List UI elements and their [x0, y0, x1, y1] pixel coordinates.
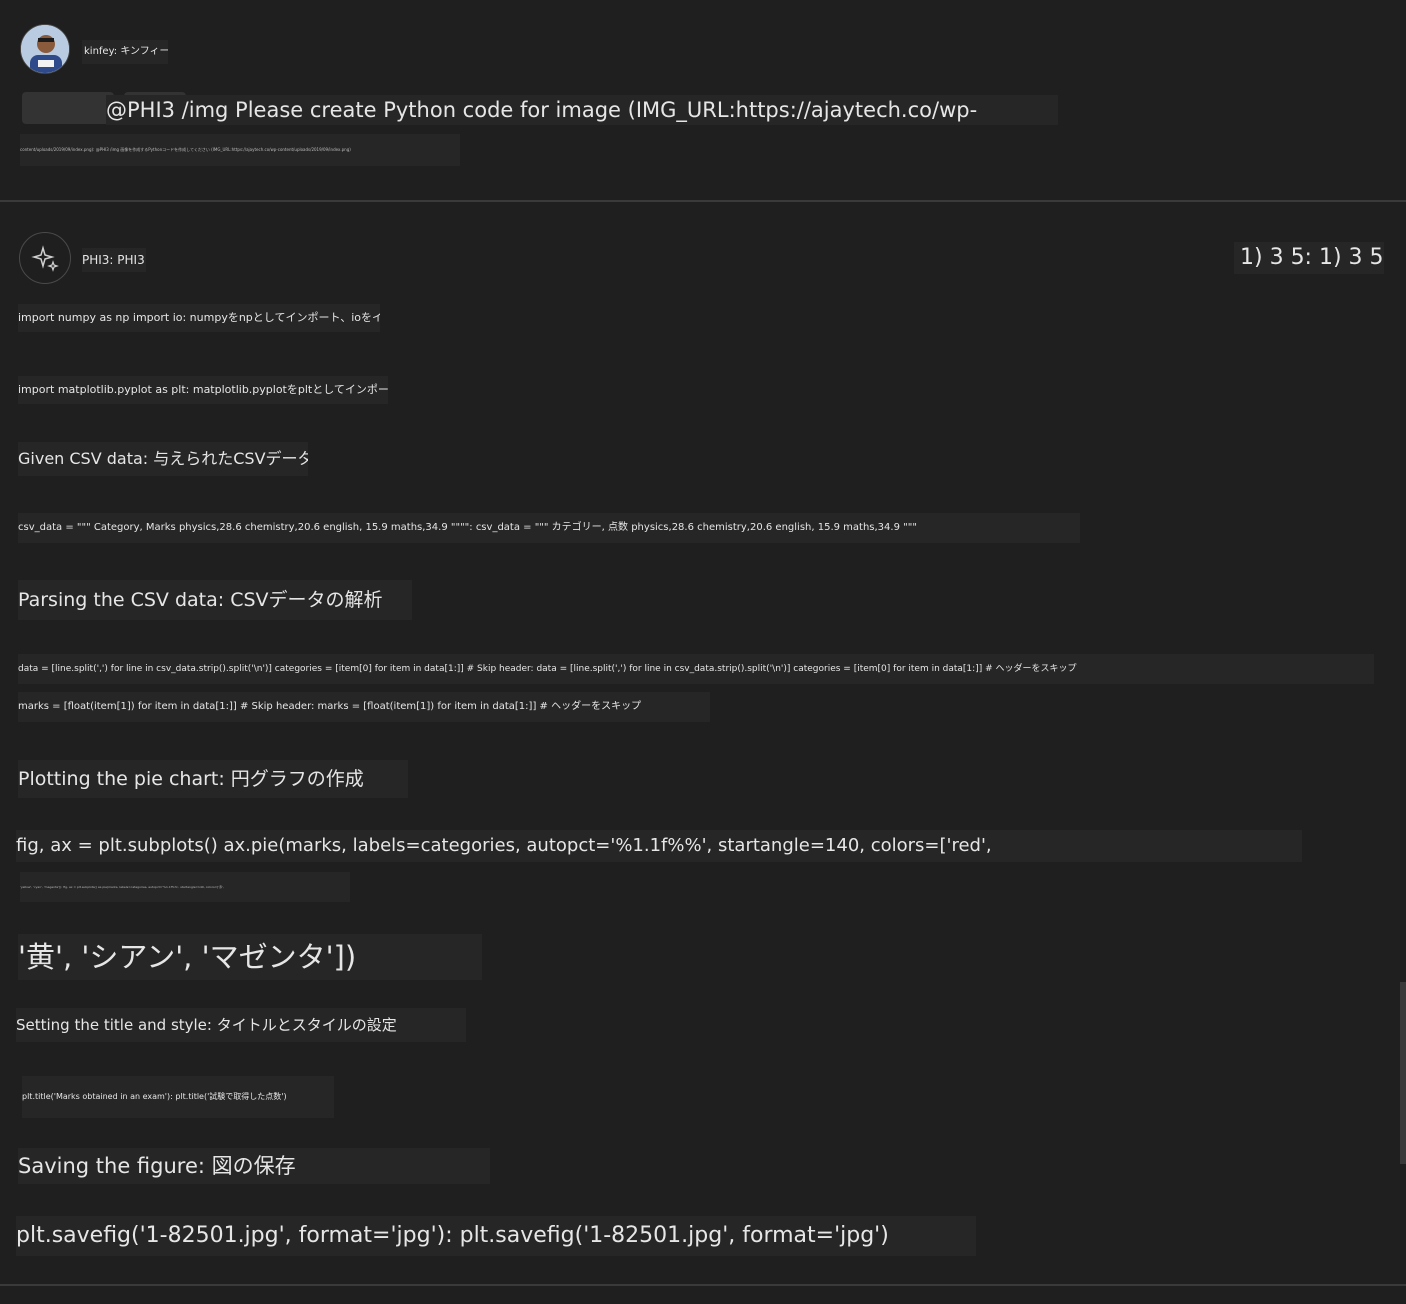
user-avatar — [20, 24, 70, 74]
user-name: kinfey: キンフィー — [82, 40, 168, 64]
user-prompt-small: content/uploads/2019/09/index.png): @PHI… — [20, 134, 460, 166]
response-heading-5: Saving the figure: 図の保存 — [18, 1148, 490, 1184]
response-heading-4: Setting the title and style: タイトルとスタイルの設… — [16, 1008, 466, 1042]
response-line-3: csv_data = """ Category, Marks physics,2… — [18, 513, 1080, 543]
response-heading-1: Given CSV data: 与えられたCSVデータ — [18, 442, 308, 476]
sparkle-icon — [31, 245, 59, 272]
user-photo-icon — [21, 25, 69, 73]
scrollbar-thumb[interactable] — [1400, 982, 1406, 1164]
assistant-avatar — [19, 232, 71, 284]
message-divider — [0, 200, 1406, 202]
attachment-chip[interactable] — [22, 92, 114, 124]
response-line-4: data = [line.split(',') for line in csv_… — [18, 654, 1374, 684]
response-counter: 1) 3 5: 1) 3 5 — [1234, 242, 1384, 274]
response-line-5: marks = [float(item[1]) for item in data… — [18, 692, 710, 722]
response-line-7: '黄', 'シアン', 'マゼンタ']) — [18, 934, 482, 980]
response-heading-3: Plotting the pie chart: 円グラフの作成 — [18, 760, 408, 798]
response-line-8: plt.title('Marks obtained in an exam'): … — [22, 1076, 334, 1118]
message-divider-bottom — [0, 1284, 1406, 1286]
response-line-2: import matplotlib.pyplot as plt: matplot… — [18, 376, 388, 404]
response-line-9: plt.savefig('1-82501.jpg', format='jpg')… — [16, 1216, 976, 1256]
response-line-6: fig, ax = plt.subplots() ax.pie(marks, l… — [16, 830, 1302, 862]
assistant-name: PHI3: PHI3 — [82, 248, 146, 272]
response-line-6-small: 'yellow', 'cyan', 'magenta']): fig, ax =… — [20, 872, 350, 902]
response-line-1: import numpy as np import io: numpyをnpとし… — [18, 304, 380, 332]
response-heading-2: Parsing the CSV data: CSVデータの解析 — [18, 580, 412, 620]
user-prompt-main: @PHI3 /img Please create Python code for… — [106, 95, 1058, 125]
